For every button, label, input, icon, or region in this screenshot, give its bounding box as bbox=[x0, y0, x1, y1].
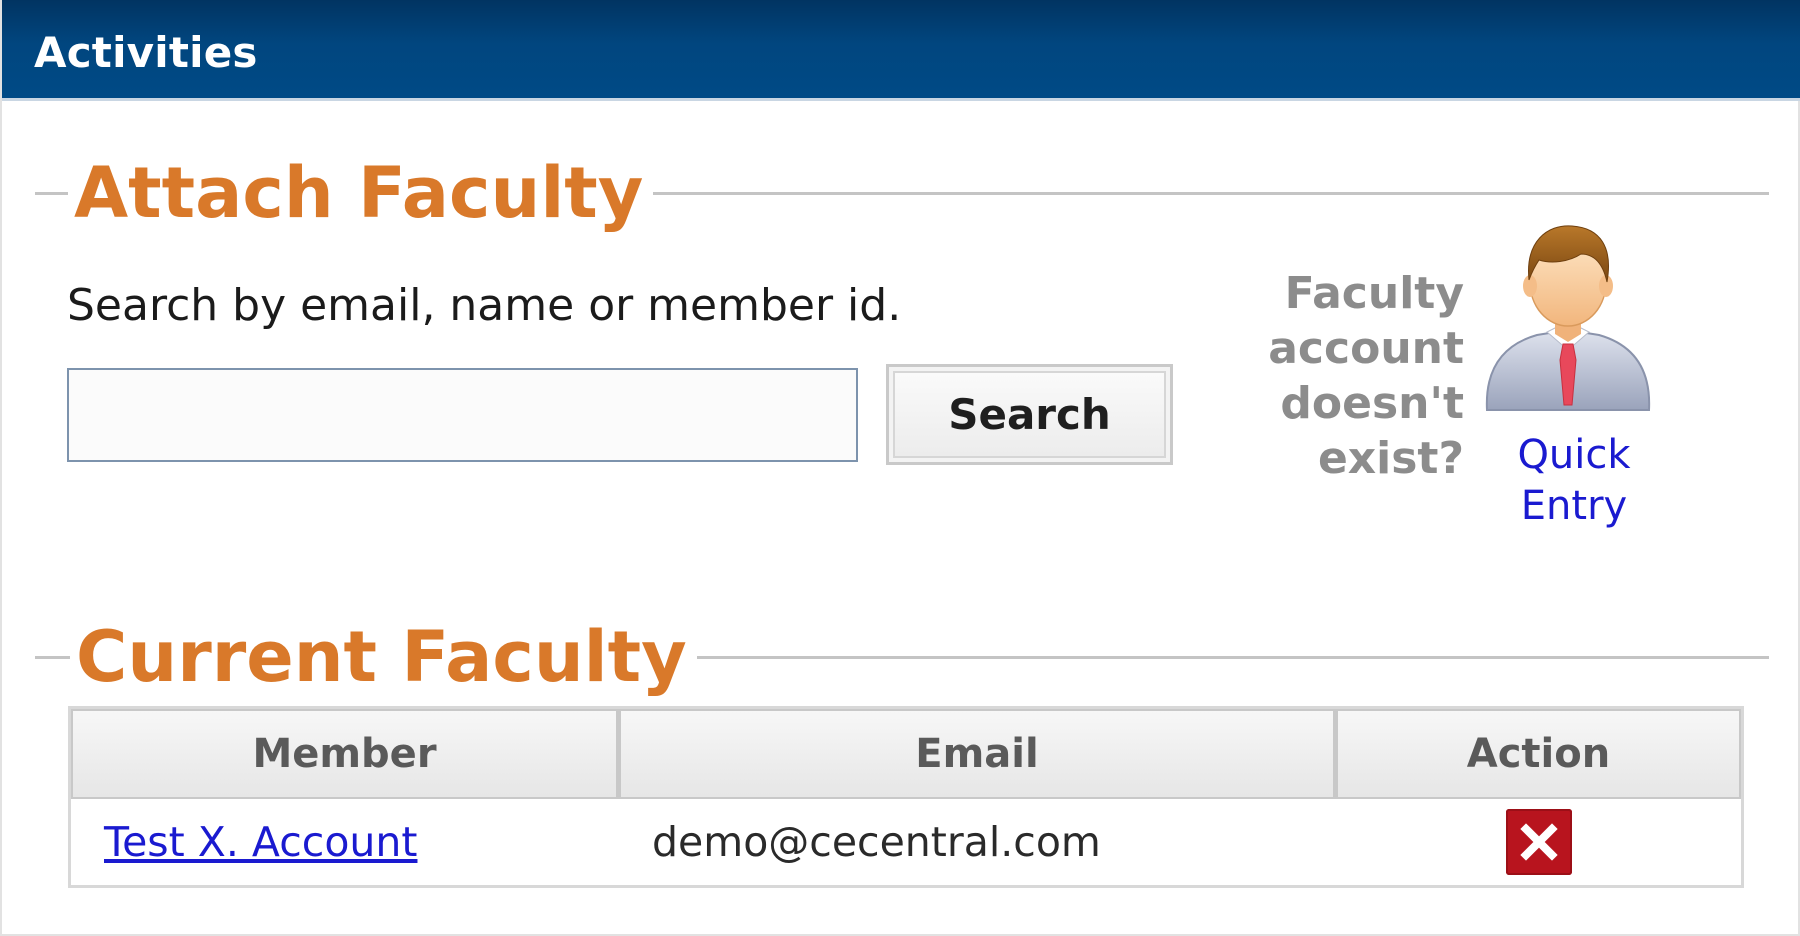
email-cell: demo@cecentral.com bbox=[619, 799, 1336, 885]
quick-entry-link-line[interactable]: Entry bbox=[1504, 481, 1644, 532]
question-line: account bbox=[1268, 323, 1464, 374]
current-faculty-heading: Current Faculty bbox=[70, 622, 697, 692]
close-icon bbox=[1519, 823, 1558, 861]
page: Activities Attach Faculty Search by emai… bbox=[0, 0, 1800, 936]
table-row: Test X. Account demo@cecentral.com bbox=[71, 799, 1741, 885]
question-line: exist? bbox=[1317, 433, 1464, 484]
column-header-action: Action bbox=[1336, 709, 1741, 799]
faculty-table: Member Email Action Test X. Account demo… bbox=[68, 706, 1744, 888]
quick-entry-question: Faculty account doesn't exist? bbox=[1238, 266, 1464, 486]
search-input[interactable] bbox=[67, 368, 858, 462]
search-button[interactable]: Search bbox=[886, 364, 1173, 465]
search-hint: Search by email, name or member id. bbox=[67, 280, 902, 331]
member-link[interactable]: Test X. Account bbox=[104, 818, 417, 866]
quick-entry-link-line[interactable]: Quick bbox=[1504, 430, 1644, 481]
header-title: Activities bbox=[34, 28, 258, 77]
search-button-label: Search bbox=[893, 371, 1166, 458]
quick-entry-link[interactable]: Quick Entry bbox=[1504, 430, 1644, 532]
header-bar: Activities bbox=[2, 0, 1800, 101]
member-email: demo@cecentral.com bbox=[652, 818, 1101, 866]
table-header-row: Member Email Action bbox=[71, 709, 1741, 799]
remove-faculty-button[interactable] bbox=[1505, 809, 1572, 875]
question-line: doesn't bbox=[1280, 378, 1464, 429]
attach-faculty-heading: Attach Faculty bbox=[68, 158, 654, 228]
person-avatar-icon[interactable] bbox=[1477, 220, 1659, 420]
action-cell bbox=[1336, 799, 1741, 885]
member-cell: Test X. Account bbox=[71, 799, 619, 885]
column-header-member[interactable]: Member bbox=[71, 709, 619, 799]
column-header-email[interactable]: Email bbox=[619, 709, 1336, 799]
question-line: Faculty bbox=[1284, 268, 1464, 319]
